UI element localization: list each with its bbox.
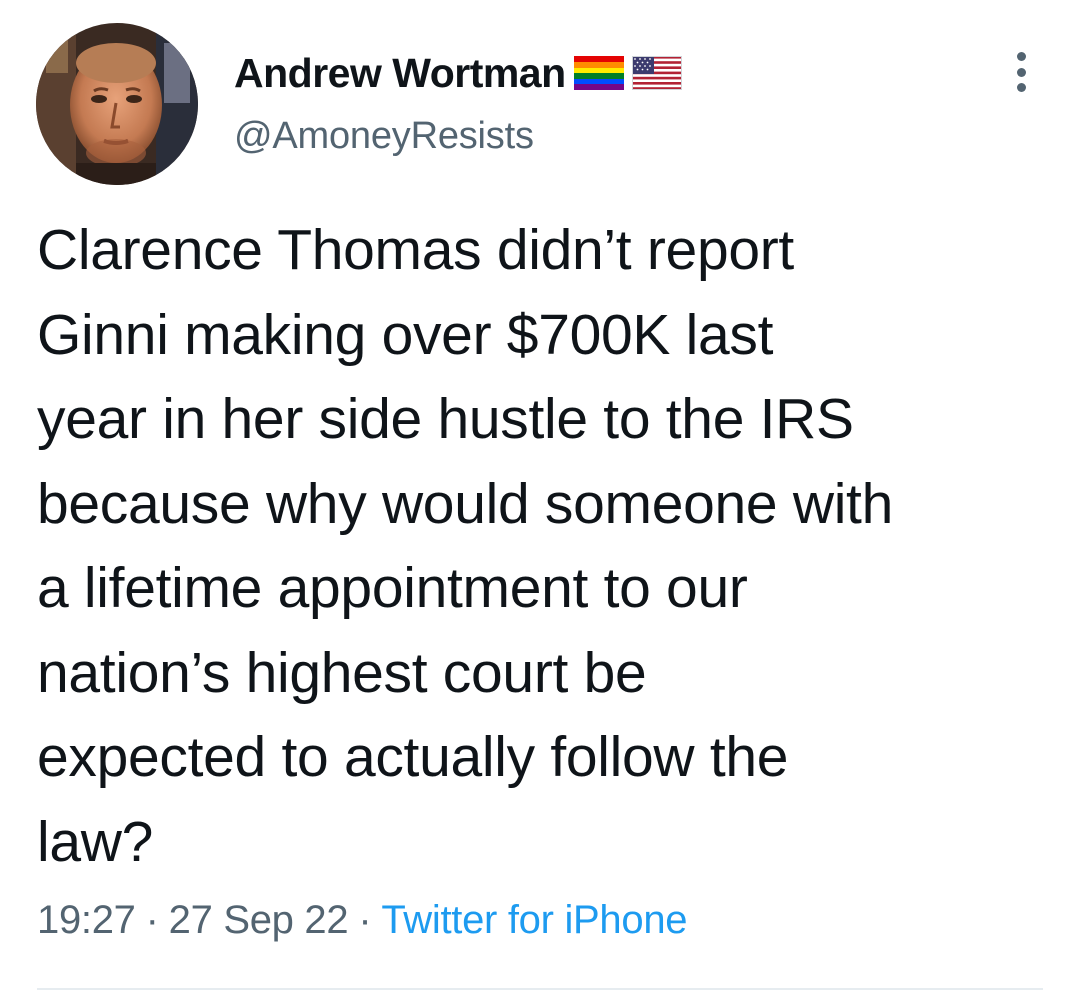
tweet-text-line: law?	[37, 809, 154, 874]
tweet-time[interactable]: 19:27	[37, 898, 136, 942]
user-handle[interactable]: @AmoneyResists	[234, 115, 682, 158]
tweet-text-line: nation’s highest court be	[37, 640, 647, 705]
tweet: Andrew Wortman @AmoneyResists Clarence T…	[0, 0, 1080, 1002]
tweet-text-line: Ginni making over $700K last	[37, 302, 774, 367]
meta-separator: ·	[145, 898, 159, 942]
tweet-meta: 19:27 · 27 Sep 22 · Twitter for iPhone	[37, 898, 688, 943]
avatar[interactable]	[36, 23, 198, 185]
tweet-date[interactable]: 27 Sep 22	[169, 898, 349, 942]
author-block: Andrew Wortman @AmoneyResists	[234, 45, 682, 158]
tweet-text-line: year in her side hustle to the IRS	[37, 387, 854, 451]
divider	[37, 988, 1043, 990]
tweet-text: Clarence Thomas didn’t report Ginni maki…	[37, 208, 1052, 884]
more-vertical-icon[interactable]	[1006, 52, 1036, 92]
more-dot	[1016, 67, 1026, 77]
display-name[interactable]: Andrew Wortman	[234, 50, 566, 97]
name-row: Andrew Wortman	[234, 45, 682, 101]
us-flag-icon	[631, 56, 682, 90]
more-dot	[1016, 52, 1026, 61]
tweet-text-line: because why would someone with	[37, 471, 893, 536]
more-dot	[1016, 83, 1026, 92]
tweet-text-line: expected to actually follow the	[37, 725, 789, 789]
tweet-text-line: a lifetime appointment to our	[37, 556, 748, 620]
meta-separator: ·	[358, 898, 372, 942]
avatar-image	[36, 23, 198, 185]
tweet-source-link[interactable]: Twitter for iPhone	[381, 898, 687, 942]
rainbow-flag-icon	[573, 56, 624, 90]
tweet-text-line: Clarence Thomas didn’t report	[37, 218, 794, 282]
